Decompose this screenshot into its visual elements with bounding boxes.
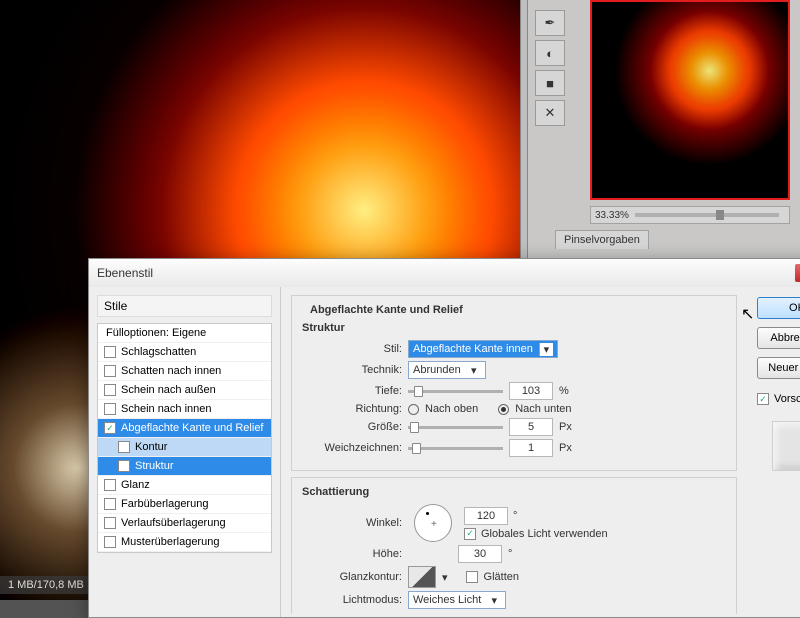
weich-field: Weichzeichnen: 1 Px bbox=[302, 439, 726, 457]
chevron-down-icon: ▾ bbox=[467, 364, 481, 377]
stil-field: Stil: Abgeflachte Kante innen▾ bbox=[302, 340, 726, 358]
lichtmodus-field: Lichtmodus: Weiches Licht▾ bbox=[302, 591, 726, 609]
winkel-field: Winkel: 120 ° ✓ Globales Licht verwenden bbox=[302, 504, 726, 542]
checkbox[interactable] bbox=[104, 365, 116, 377]
preview-thumbnail[interactable] bbox=[590, 0, 790, 200]
buttons-column: OK Abbrechen Neuer Stil... ✓ Vorschau bbox=[747, 287, 800, 617]
checkbox[interactable] bbox=[104, 479, 116, 491]
style-satin[interactable]: Glanz bbox=[98, 476, 271, 495]
checkbox[interactable] bbox=[104, 536, 116, 548]
groesse-input[interactable]: 5 bbox=[509, 418, 553, 436]
chevron-down-icon: ▾ bbox=[442, 571, 448, 584]
style-bevel[interactable]: ✓Abgeflachte Kante und Relief bbox=[98, 419, 271, 438]
tiefe-field: Tiefe: 103 % bbox=[302, 382, 726, 400]
checkbox[interactable] bbox=[104, 403, 116, 415]
groesse-field: Größe: 5 Px bbox=[302, 418, 726, 436]
global-light-checkbox[interactable]: ✓ bbox=[464, 528, 476, 540]
cancel-button[interactable]: Abbrechen bbox=[757, 327, 800, 349]
zoom-slider[interactable] bbox=[635, 213, 779, 217]
styles-header: Stile bbox=[97, 295, 272, 317]
style-color-overlay[interactable]: Farbüberlagerung bbox=[98, 495, 271, 514]
checkbox[interactable] bbox=[118, 460, 130, 472]
hoehe-field: Höhe: 30 ° bbox=[302, 545, 726, 563]
lichtmodus-select[interactable]: Weiches Licht▾ bbox=[408, 591, 506, 609]
struktur-legend: Struktur bbox=[302, 322, 726, 334]
settings-column: Abgeflachte Kante und Relief Struktur St… bbox=[281, 287, 747, 617]
style-drop-shadow[interactable]: Schlagschatten bbox=[98, 343, 271, 362]
style-inner-shadow[interactable]: Schatten nach innen bbox=[98, 362, 271, 381]
preview-checkbox[interactable]: ✓ bbox=[757, 393, 769, 405]
styles-column: Stile Fülloptionen: Eigene Schlagschatte… bbox=[89, 287, 281, 617]
winkel-input[interactable]: 120 bbox=[464, 507, 508, 525]
tiefe-slider[interactable] bbox=[408, 384, 503, 398]
schattierung-fieldset: Schattierung Winkel: 120 ° ✓ Globales Li… bbox=[291, 477, 737, 614]
zoom-value: 33.33% bbox=[595, 210, 629, 221]
dialog-titlebar[interactable]: Ebenenstil x bbox=[89, 259, 800, 287]
styles-list: Fülloptionen: Eigene Schlagschatten Scha… bbox=[97, 323, 272, 553]
tiefe-input[interactable]: 103 bbox=[509, 382, 553, 400]
checkbox[interactable]: ✓ bbox=[104, 422, 116, 434]
tool-icon-crossed[interactable]: ✕ bbox=[535, 100, 565, 126]
checkbox[interactable] bbox=[104, 517, 116, 529]
close-button[interactable]: x bbox=[795, 264, 800, 282]
dialog-title: Ebenenstil bbox=[97, 266, 153, 280]
zoom-bar: 33.33% bbox=[590, 206, 790, 224]
glanzkontur-field: Glanzkontur: ▾ Glätten bbox=[302, 566, 726, 588]
technik-select[interactable]: Abrunden▾ bbox=[408, 361, 486, 379]
tool-icon-eyedropper[interactable]: ✒ bbox=[535, 10, 565, 36]
style-texture[interactable]: Struktur bbox=[98, 457, 271, 476]
checkbox[interactable] bbox=[104, 346, 116, 358]
radio-down[interactable] bbox=[498, 404, 509, 415]
technik-field: Technik: Abrunden▾ bbox=[302, 361, 726, 379]
style-outer-glow[interactable]: Schein nach außen bbox=[98, 381, 271, 400]
checkbox[interactable] bbox=[104, 498, 116, 510]
panel-tab[interactable]: Pinselvorgaben bbox=[555, 230, 649, 249]
preview-checkbox-row: ✓ Vorschau bbox=[757, 393, 800, 405]
style-blend-options[interactable]: Fülloptionen: Eigene bbox=[98, 324, 271, 343]
checkbox[interactable] bbox=[104, 384, 116, 396]
tool-icon-camera[interactable]: ■ bbox=[535, 70, 565, 96]
chevron-down-icon: ▾ bbox=[539, 343, 553, 356]
tool-strip: ✒ ◐ ■ ✕ bbox=[535, 10, 567, 126]
checkbox[interactable] bbox=[118, 441, 130, 453]
angle-control[interactable] bbox=[414, 504, 452, 542]
layer-style-dialog: Ebenenstil x Stile Fülloptionen: Eigene … bbox=[88, 258, 800, 618]
style-pattern-overlay[interactable]: Musterüberlagerung bbox=[98, 533, 271, 552]
new-style-button[interactable]: Neuer Stil... bbox=[757, 357, 800, 379]
groesse-slider[interactable] bbox=[408, 420, 503, 434]
hoehe-input[interactable]: 30 bbox=[458, 545, 502, 563]
status-bar: 1 MB/170,8 MB bbox=[0, 576, 92, 594]
radio-up[interactable] bbox=[408, 404, 419, 415]
weich-input[interactable]: 1 bbox=[509, 439, 553, 457]
chevron-down-icon: ▾ bbox=[487, 594, 501, 607]
stil-select[interactable]: Abgeflachte Kante innen▾ bbox=[408, 340, 558, 358]
schattierung-legend: Schattierung bbox=[302, 486, 726, 498]
glaetten-checkbox[interactable] bbox=[466, 571, 478, 583]
style-inner-glow[interactable]: Schein nach innen bbox=[98, 400, 271, 419]
richtung-field: Richtung: Nach oben Nach unten bbox=[302, 403, 726, 415]
preview-swatch bbox=[772, 421, 800, 471]
section-legend: Abgeflachte Kante und Relief bbox=[306, 304, 467, 316]
weich-slider[interactable] bbox=[408, 441, 503, 455]
ok-button[interactable]: OK bbox=[757, 297, 800, 319]
tool-icon-contrast[interactable]: ◐ bbox=[535, 40, 565, 66]
bevel-fieldset: Abgeflachte Kante und Relief Struktur St… bbox=[291, 295, 737, 471]
style-contour[interactable]: Kontur bbox=[98, 438, 271, 457]
style-gradient-overlay[interactable]: Verlaufsüberlagerung bbox=[98, 514, 271, 533]
contour-picker[interactable] bbox=[408, 566, 436, 588]
panel-divider[interactable] bbox=[520, 0, 528, 270]
